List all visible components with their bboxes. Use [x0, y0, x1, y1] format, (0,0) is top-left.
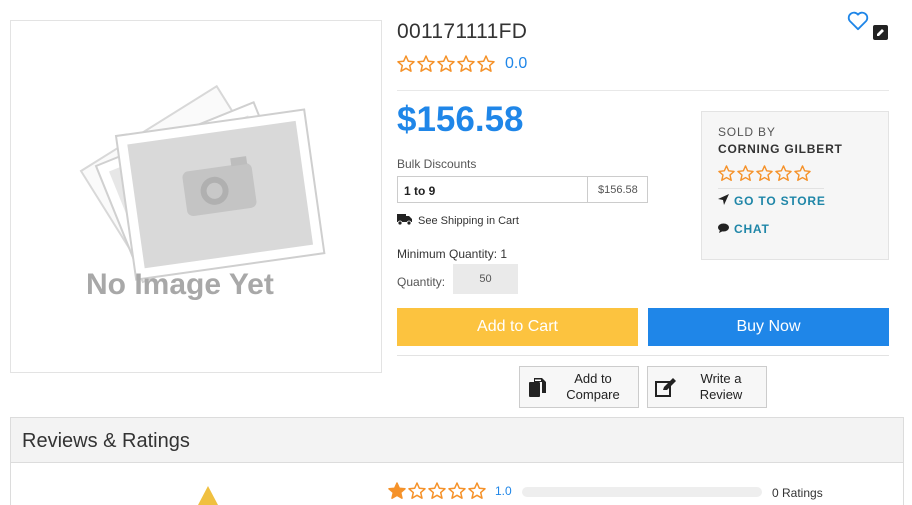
product-sku-title: 001171111FD: [397, 20, 528, 43]
star-icon: [448, 482, 466, 500]
location-arrow-icon: [718, 194, 729, 208]
star-icon: [718, 165, 735, 182]
product-image: No Image Yet: [10, 20, 382, 373]
bulk-range-cell: 1 to 9: [398, 177, 588, 202]
star-icon: [756, 165, 773, 182]
star-icon: [428, 482, 446, 500]
rating-stars: [397, 55, 495, 73]
star-icon: [737, 165, 754, 182]
svg-text:No Image Yet: No Image Yet: [86, 268, 274, 301]
ratings-count: 0 Ratings: [772, 486, 823, 500]
seller-card: SOLD BY CORNING GILBERT GO TO STORE CHAT: [701, 111, 889, 260]
edit-icon[interactable]: [873, 25, 888, 40]
write-review-label: Write a Review: [699, 371, 743, 402]
minimum-quantity: Minimum Quantity: 1: [397, 247, 508, 261]
copy-icon: [520, 377, 554, 397]
star-icon: [417, 55, 435, 73]
seller-name[interactable]: CORNING GILBERT: [718, 142, 843, 156]
star-icon: [408, 482, 426, 500]
chat-bubble-icon: [718, 222, 729, 236]
rating-progress-bar: [522, 487, 762, 497]
sold-by-label: SOLD BY: [718, 125, 776, 139]
bulk-discounts-label: Bulk Discounts: [397, 157, 477, 171]
star-icon: [775, 165, 792, 182]
divider: [397, 355, 889, 356]
star-icon: [468, 482, 486, 500]
star-icon: [388, 482, 406, 500]
pencil-square-icon: [648, 377, 682, 397]
quantity-label: Quantity:: [397, 275, 446, 289]
product-rating: 0.0: [397, 55, 527, 73]
star-icon: [457, 55, 475, 73]
shipping-text: See Shipping in Cart: [418, 215, 519, 227]
product-price: $156.58: [397, 100, 524, 139]
go-to-store-link[interactable]: GO TO STORE: [718, 194, 826, 208]
add-to-compare-label: Add to Compare: [566, 371, 620, 402]
add-to-cart-button[interactable]: Add to Cart: [397, 308, 638, 346]
star-icon: [477, 55, 495, 73]
divider: [397, 90, 889, 91]
go-to-store-label: GO TO STORE: [734, 194, 826, 208]
breakdown-stars: [388, 482, 486, 500]
chat-link[interactable]: CHAT: [718, 222, 770, 236]
star-icon: [794, 165, 811, 182]
breakdown-value: 1.0: [495, 484, 512, 498]
wishlist-heart-icon[interactable]: [847, 11, 869, 31]
buy-now-button[interactable]: Buy Now: [648, 308, 889, 346]
star-icon: [397, 55, 415, 73]
warning-icon: [198, 486, 218, 505]
divider: [718, 188, 824, 189]
reviews-section-header: Reviews & Ratings: [10, 417, 904, 463]
no-image-placeholder: No Image Yet: [79, 84, 326, 301]
write-review-button[interactable]: Write a Review: [647, 366, 767, 408]
truck-icon: [397, 214, 412, 228]
shipping-info: See Shipping in Cart: [397, 214, 519, 228]
add-to-compare-button[interactable]: Add to Compare: [519, 366, 639, 408]
reviews-title: Reviews & Ratings: [22, 430, 190, 452]
quantity-input[interactable]: [453, 264, 518, 294]
bulk-price-cell: $156.58: [598, 184, 638, 196]
rating-value: 0.0: [505, 55, 528, 72]
seller-rating-stars: [718, 165, 811, 182]
chat-label: CHAT: [734, 222, 770, 236]
rating-breakdown-row: 1.0: [388, 482, 512, 500]
bulk-discounts-table: 1 to 9 $156.58: [397, 176, 648, 203]
star-icon: [437, 55, 455, 73]
